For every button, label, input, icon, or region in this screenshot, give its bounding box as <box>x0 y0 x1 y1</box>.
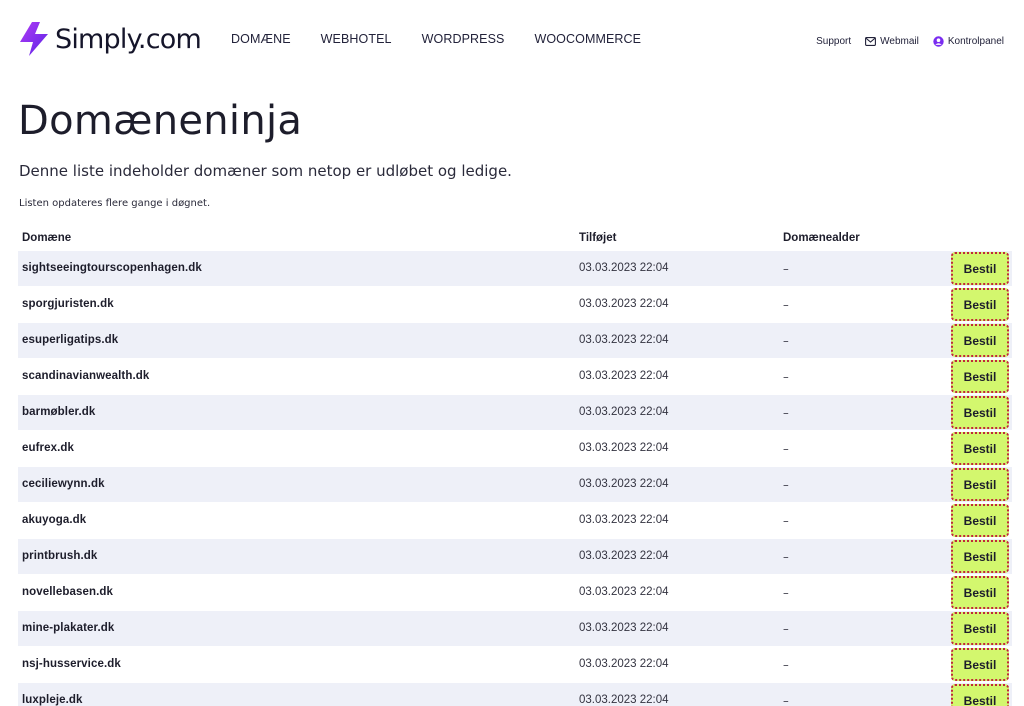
order-button[interactable]: Bestil <box>951 504 1009 537</box>
site-header: Simply.com DOMÆNE WEBHOTEL WORDPRESS WOO… <box>0 0 1024 80</box>
added-date: 03.03.2023 22:04 <box>579 262 669 274</box>
order-button[interactable]: Bestil <box>951 288 1009 321</box>
added-date: 03.03.2023 22:04 <box>579 334 669 346</box>
kontrolpanel-label: Kontrolpanel <box>947 35 1004 47</box>
order-button[interactable]: Bestil <box>951 684 1009 706</box>
header-domain: Domæne <box>22 232 72 244</box>
added-date: 03.03.2023 22:04 <box>579 514 669 526</box>
lightning-logo-icon <box>20 22 48 56</box>
domain-name: nsj-husservice.dk <box>22 658 121 670</box>
order-button[interactable]: Bestil <box>951 612 1009 645</box>
domain-name: sporgjuristen.dk <box>22 298 114 310</box>
domain-age: – <box>783 658 789 672</box>
added-date: 03.03.2023 22:04 <box>579 622 669 634</box>
envelope-icon <box>865 36 877 46</box>
domain-age: – <box>783 406 789 420</box>
nav-item-webhotel[interactable]: WEBHOTEL <box>321 32 392 48</box>
added-date: 03.03.2023 22:04 <box>579 298 669 310</box>
site-logo[interactable]: Simply.com <box>18 20 202 58</box>
nav-item-wordpress[interactable]: WORDPRESS <box>422 32 505 48</box>
kontrolpanel-link[interactable]: Kontrolpanel <box>933 36 1004 47</box>
table-row: scandinavianwealth.dk 03.03.2023 22:04 –… <box>18 358 1012 394</box>
added-date: 03.03.2023 22:04 <box>579 442 669 454</box>
order-button[interactable]: Bestil <box>951 648 1009 681</box>
added-date: 03.03.2023 22:04 <box>579 586 669 598</box>
domain-age: – <box>783 262 789 276</box>
domain-name: ceciliewynn.dk <box>22 478 105 490</box>
order-button[interactable]: Bestil <box>951 252 1009 285</box>
page-title: Domæneninja <box>18 98 303 144</box>
domain-age: – <box>783 550 789 564</box>
page-note: Listen opdateres flere gange i døgnet. <box>19 198 211 209</box>
domain-age: – <box>783 586 789 600</box>
support-label: Support <box>816 35 852 47</box>
table-row: esuperligatips.dk 03.03.2023 22:04 – Bes… <box>18 322 1012 358</box>
domain-name: printbrush.dk <box>22 550 98 562</box>
added-date: 03.03.2023 22:04 <box>579 478 669 490</box>
domain-name: barmøbler.dk <box>22 406 96 418</box>
table-row: sightseeingtourscopenhagen.dk 03.03.2023… <box>18 250 1012 286</box>
domain-name: eufrex.dk <box>22 442 75 454</box>
order-button[interactable]: Bestil <box>951 576 1009 609</box>
support-link[interactable]: Support <box>816 36 851 47</box>
order-button[interactable]: Bestil <box>951 324 1009 357</box>
domain-name: sightseeingtourscopenhagen.dk <box>22 262 202 274</box>
table-header: Domæne Tilføjet Domænealder <box>18 228 1012 250</box>
domain-name: novellebasen.dk <box>22 586 113 598</box>
webmail-link[interactable]: Webmail <box>865 36 919 47</box>
added-date: 03.03.2023 22:04 <box>579 694 669 706</box>
table-row: mine-plakater.dk 03.03.2023 22:04 – Best… <box>18 610 1012 646</box>
webmail-label: Webmail <box>880 35 919 47</box>
domain-age: – <box>783 694 789 706</box>
domain-age: – <box>783 478 789 492</box>
brand-name: Simply.com <box>55 23 202 55</box>
domain-age: – <box>783 298 789 312</box>
header-added: Tilføjet <box>579 232 617 244</box>
table-row: printbrush.dk 03.03.2023 22:04 – Bestil <box>18 538 1012 574</box>
user-circle-icon <box>933 35 944 47</box>
order-button[interactable]: Bestil <box>951 540 1009 573</box>
added-date: 03.03.2023 22:04 <box>579 406 669 418</box>
domain-table: Domæne Tilføjet Domænealder sightseeingt… <box>18 228 1012 706</box>
page-lead: Denne liste indeholder domæner som netop… <box>19 162 512 180</box>
table-row: novellebasen.dk 03.03.2023 22:04 – Besti… <box>18 574 1012 610</box>
domain-age: – <box>783 370 789 384</box>
table-row: nsj-husservice.dk 03.03.2023 22:04 – Bes… <box>18 646 1012 682</box>
utility-nav: Support Webmail Kontrolpanel <box>802 34 1004 48</box>
order-button[interactable]: Bestil <box>951 432 1009 465</box>
domain-age: – <box>783 334 789 348</box>
domain-name: mine-plakater.dk <box>22 622 115 634</box>
domain-age: – <box>783 622 789 636</box>
added-date: 03.03.2023 22:04 <box>579 658 669 670</box>
order-button[interactable]: Bestil <box>951 396 1009 429</box>
main-nav: DOMÆNE WEBHOTEL WORDPRESS WOOCOMMERCE <box>231 32 671 48</box>
table-row: eufrex.dk 03.03.2023 22:04 – Bestil <box>18 430 1012 466</box>
domain-name: luxpleje.dk <box>22 694 83 706</box>
order-button[interactable]: Bestil <box>951 360 1009 393</box>
domain-name: esuperligatips.dk <box>22 334 119 346</box>
table-row: luxpleje.dk 03.03.2023 22:04 – Bestil <box>18 682 1012 706</box>
nav-item-woocommerce[interactable]: WOOCOMMERCE <box>534 32 641 48</box>
domain-age: – <box>783 442 789 456</box>
order-button[interactable]: Bestil <box>951 468 1009 501</box>
domain-age: – <box>783 514 789 528</box>
table-row: ceciliewynn.dk 03.03.2023 22:04 – Bestil <box>18 466 1012 502</box>
added-date: 03.03.2023 22:04 <box>579 370 669 382</box>
domain-name: scandinavianwealth.dk <box>22 370 150 382</box>
nav-item-domaene[interactable]: DOMÆNE <box>231 32 291 48</box>
domain-name: akuyoga.dk <box>22 514 87 526</box>
added-date: 03.03.2023 22:04 <box>579 550 669 562</box>
header-age: Domænealder <box>783 232 860 244</box>
table-row: barmøbler.dk 03.03.2023 22:04 – Bestil <box>18 394 1012 430</box>
table-row: sporgjuristen.dk 03.03.2023 22:04 – Best… <box>18 286 1012 322</box>
table-row: akuyoga.dk 03.03.2023 22:04 – Bestil <box>18 502 1012 538</box>
